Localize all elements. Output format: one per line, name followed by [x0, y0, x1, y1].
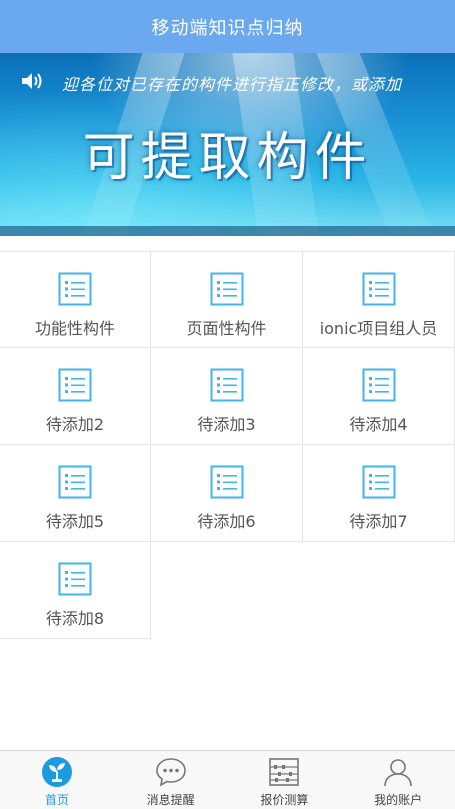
tab-home[interactable]: 首页: [0, 751, 114, 809]
grid-item-placeholder-8[interactable]: 待添加8: [0, 542, 151, 639]
list-icon: [210, 368, 243, 402]
tab-quote[interactable]: 报价测算: [228, 751, 342, 809]
list-icon: [362, 272, 395, 306]
grid-item-label: 待添加4: [349, 415, 408, 434]
page-title: 移动端知识点归纳: [151, 17, 304, 39]
list-icon: [58, 368, 92, 402]
grid-item-label: 功能性构件: [34, 319, 115, 338]
app-header: 移动端知识点归纳: [0, 0, 455, 53]
marquee-text: 迎各位对已存在的构件进行指正修改，或添加: [62, 75, 403, 94]
chat-bubble-icon: [155, 758, 186, 787]
tab-label: 首页: [44, 793, 69, 807]
list-icon: [362, 368, 395, 402]
grid-item-label: 待添加3: [197, 415, 256, 434]
grid-item-label: ionic项目组人员: [319, 319, 438, 338]
grid-item-functional[interactable]: 功能性构件: [0, 251, 151, 348]
tab-label: 消息提醒: [146, 793, 195, 807]
tab-messages[interactable]: 消息提醒: [114, 751, 228, 809]
tab-account[interactable]: 我的账户: [341, 751, 455, 809]
banner-headline: 可提取构件: [82, 128, 373, 188]
grid-item-placeholder-5[interactable]: 待添加5: [0, 445, 151, 542]
grid-item-placeholder-4[interactable]: 待添加4: [303, 348, 455, 445]
grid-item-page[interactable]: 页面性构件: [151, 251, 303, 348]
grid-item-placeholder-2[interactable]: 待添加2: [0, 348, 151, 445]
grid-item-label: 待添加6: [197, 512, 256, 531]
grid-item-label: 待添加8: [45, 609, 105, 628]
component-grid: 功能性构件 页面性构件 ionic项目组人员 待添加2 待添加3 待添加4 待添…: [0, 251, 455, 639]
home-sprout-icon: [41, 757, 72, 787]
tab-label: 我的账户: [374, 793, 423, 807]
list-icon: [362, 465, 395, 499]
list-icon: [58, 562, 92, 596]
list-icon: [58, 465, 92, 499]
grid-item-label: 待添加5: [45, 512, 105, 531]
grid-item-placeholder-6[interactable]: 待添加6: [151, 445, 303, 542]
grid-item-label: 页面性构件: [186, 319, 267, 338]
list-icon: [210, 465, 243, 499]
speaker-icon: [22, 73, 42, 89]
banner[interactable]: 迎各位对已存在的构件进行指正修改，或添加 可提取构件: [0, 53, 455, 236]
banner-strip: [0, 226, 455, 236]
abacus-icon: [269, 758, 300, 786]
list-icon: [58, 272, 92, 306]
grid-item-label: 待添加7: [349, 512, 408, 531]
tab-label: 报价测算: [260, 793, 309, 807]
list-icon: [210, 272, 243, 306]
grid-item-label: 待添加2: [45, 415, 105, 434]
grid-item-placeholder-3[interactable]: 待添加3: [151, 348, 303, 445]
grid-item-placeholder-7[interactable]: 待添加7: [303, 445, 455, 542]
bottom-tab-bar: 首页 消息提醒 报价测算 我的账户: [0, 750, 455, 809]
user-icon: [384, 759, 412, 787]
grid-item-ionic-team[interactable]: ionic项目组人员: [303, 251, 455, 348]
